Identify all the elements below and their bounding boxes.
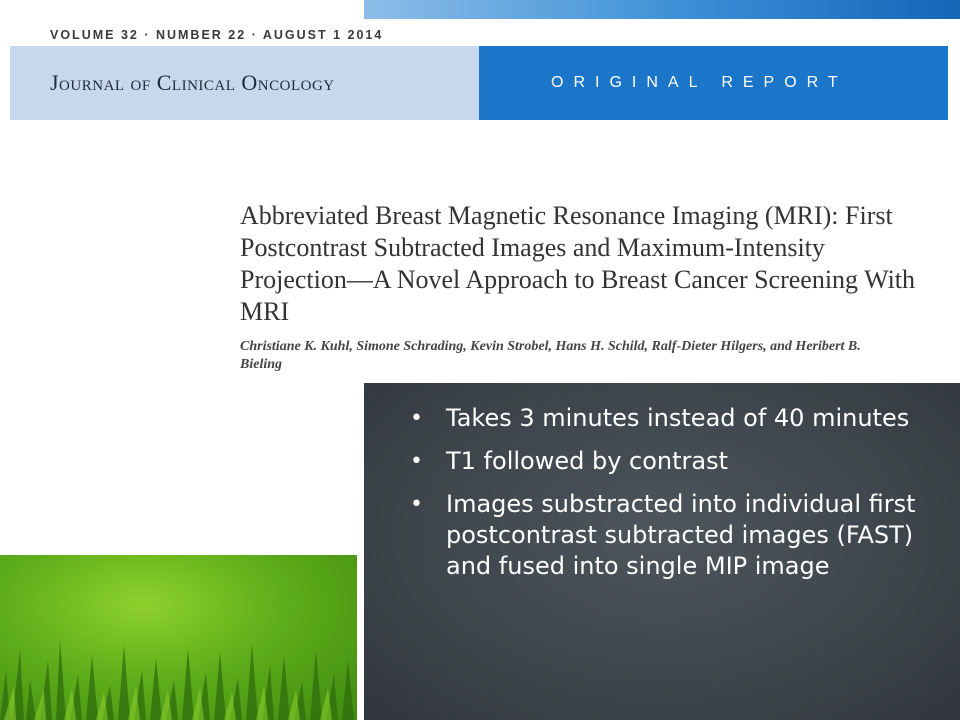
bullet-item: • Takes 3 minutes instead of 40 minutes [410, 403, 940, 434]
paper-authors: Christiane K. Kuhl, Simone Schrading, Ke… [240, 339, 861, 372]
volume-line: VOLUME 32 · NUMBER 22 · AUGUST 1 2014 [50, 28, 384, 42]
bullet-item: • Images substracted into individual firs… [410, 489, 940, 582]
bullet-item: • T1 followed by contrast [410, 446, 940, 477]
bullet-text: T1 followed by contrast [446, 447, 729, 475]
journal-header-band: Journal of Clinical Oncology ORIGINAL RE… [10, 46, 948, 120]
bullet-list: • Takes 3 minutes instead of 40 minutes •… [410, 403, 940, 594]
report-label: ORIGINAL REPORT [551, 74, 848, 91]
panel-gap [357, 555, 364, 720]
paper-title: Abbreviated Breast Magnetic Resonance Im… [240, 201, 916, 326]
grass-image [0, 555, 357, 720]
journal-name-panel: Journal of Clinical Oncology [10, 46, 479, 120]
bullet-text: Takes 3 minutes instead of 40 minutes [446, 404, 910, 432]
bullet-text: Images substracted into individual first… [446, 490, 916, 580]
chalkboard-panel: • Takes 3 minutes instead of 40 minutes •… [364, 383, 960, 720]
bullet-dot-icon: • [410, 406, 423, 431]
journal-name: Journal of Clinical Oncology [50, 70, 335, 95]
grass-blades-icon [0, 640, 354, 720]
bullet-dot-icon: • [410, 449, 423, 474]
report-label-panel: ORIGINAL REPORT [479, 46, 948, 120]
bullet-dot-icon: • [410, 492, 423, 517]
top-blue-strip [364, 0, 960, 19]
